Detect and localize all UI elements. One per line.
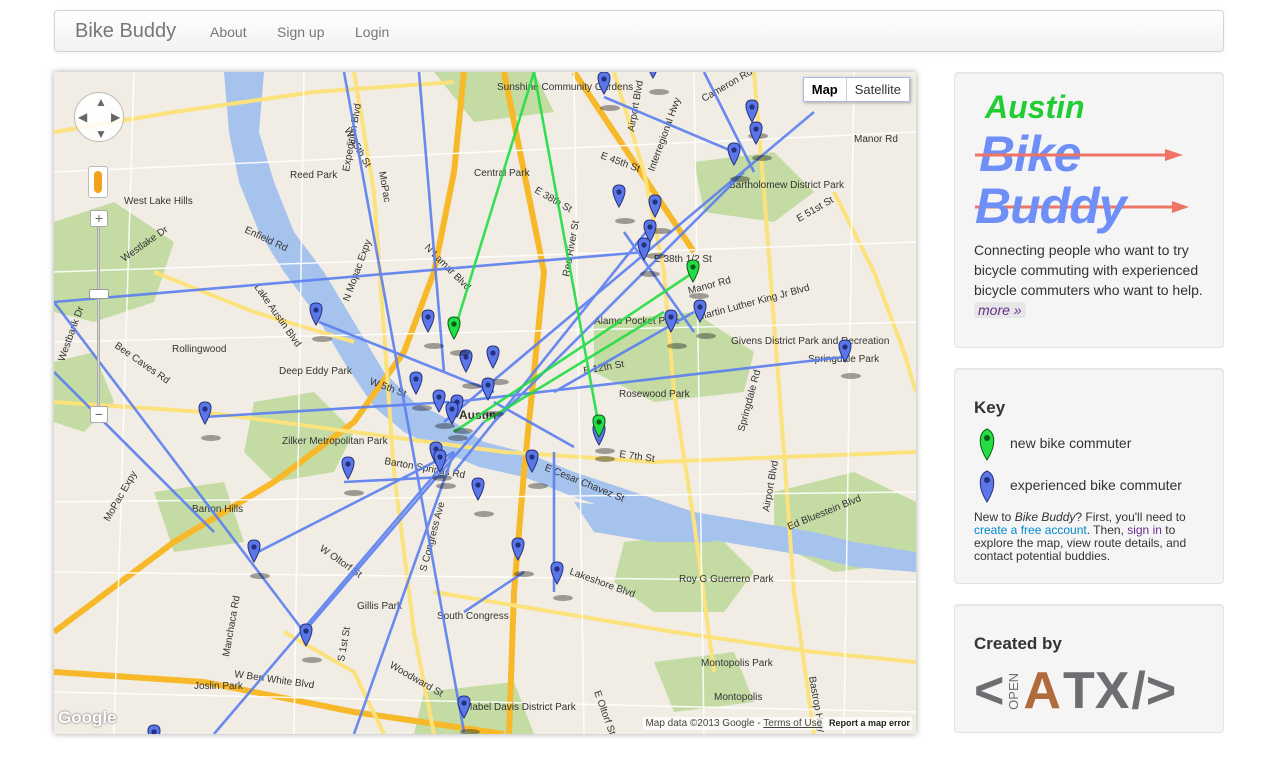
map-label: Givens District Park and Recreation [731,336,889,347]
map-label: Sunshine Community Gardens [497,82,633,93]
zoom-in-button[interactable]: + [90,210,108,227]
pan-control[interactable]: ▲ ▼ ◀ ▶ [74,92,124,142]
map-type-satellite-button[interactable]: Satellite [847,78,909,101]
key-note-text: . Then, [1086,523,1128,537]
key-panel: Key new bike commuter experienced bike c… [954,368,1224,584]
map-attribution: Map data ©2013 Google - Terms of Use Rep… [643,717,912,730]
key-note: New to Bike Buddy? First, you'll need to… [974,511,1214,563]
zoom-slider-track[interactable] [97,212,100,417]
pan-up-icon[interactable]: ▲ [95,95,107,109]
openatx-tx: TX [1062,662,1130,720]
map-label: Bartholomew District Park [729,180,845,191]
openatx-slash: /> [1131,662,1177,720]
key-new-label: new bike commuter [1010,435,1132,451]
map-type-map-button[interactable]: Map [804,78,847,101]
map-label: Montopolis Park [701,658,774,669]
key-note-text: ? First, you'll need to [1075,510,1186,524]
more-link[interactable]: more » [974,302,1026,318]
zoom-slider-knob[interactable] [89,289,109,299]
key-note-brand: Bike Buddy [1014,510,1076,524]
key-row-experienced: experienced bike commuter [974,469,1182,506]
openatx-open: OPEN [1006,672,1022,710]
pan-right-icon[interactable]: ▶ [111,110,120,124]
report-map-error-link[interactable]: Report a map error [829,718,910,728]
openatx-lt: < [974,662,1005,720]
green-marker-icon [979,428,995,461]
route-map[interactable]: Sunshine Community Gardens W 35th St Ree… [54,72,916,734]
tagline: Connecting people who want to try bicycl… [974,240,1214,320]
openatx-a: A [1023,662,1061,720]
map-label: South Congress [437,611,509,622]
map-label: Gillis Park [357,601,403,612]
map-label: Barton Hills [192,504,243,515]
nav-signup[interactable]: Sign up [277,24,324,40]
map-label: West Lake Hills [124,196,193,207]
nav-about[interactable]: About [210,24,247,40]
nav-login[interactable]: Login [355,24,389,40]
key-experienced-label: experienced bike commuter [1010,477,1182,493]
map-label: Manor Rd [854,134,898,145]
map-label: Roy G Guerrero Park [679,574,774,585]
brand-link[interactable]: Bike Buddy [75,20,176,43]
key-title: Key [974,398,1006,417]
map-label: Deep Eddy Park [279,366,353,377]
map-label: Montopolis [714,692,762,703]
map-label: Mabel Davis District Park [464,702,577,713]
openatx-logo[interactable]: < OPEN A TX /> [974,661,1176,721]
logo-buddy: Buddy [975,178,1127,234]
key-note-text: New to [974,510,1015,524]
pan-left-icon[interactable]: ◀ [78,110,87,124]
created-by-panel: Created by < OPEN A TX /> [954,604,1224,733]
map-label: Zilker Metropolitan Park [282,436,389,447]
blue-marker-icon [979,470,995,503]
pan-down-icon[interactable]: ▼ [95,127,107,141]
google-logo: Google [58,708,117,727]
tagline-text: Connecting people who want to try bicycl… [974,242,1203,298]
street-view-pegman-icon[interactable] [88,166,108,198]
map-label: Reed Park [290,170,338,181]
intro-panel: Austin Bike Buddy Connecting people who … [954,72,1224,348]
create-account-link[interactable]: create a free account [974,523,1087,537]
map-label: Rosewood Park [619,389,691,400]
logo-austin: Austin [985,89,1085,125]
created-by-title: Created by [974,634,1062,653]
map-type-control: Map Satellite [802,77,910,102]
navbar: Bike Buddy About Sign up Login [54,10,1224,52]
map-label: Rollingwood [172,344,226,355]
map-label: Joslin Park [194,681,244,692]
map-canvas[interactable]: Sunshine Community Gardens W 35th St Ree… [54,72,916,734]
terms-of-use-link[interactable]: Terms of Use [763,718,822,729]
key-row-new: new bike commuter [974,427,1131,464]
zoom-out-button[interactable]: − [90,406,108,423]
map-data-text: Map data ©2013 Google - [645,718,761,729]
sign-in-link[interactable]: sign in [1127,523,1162,537]
